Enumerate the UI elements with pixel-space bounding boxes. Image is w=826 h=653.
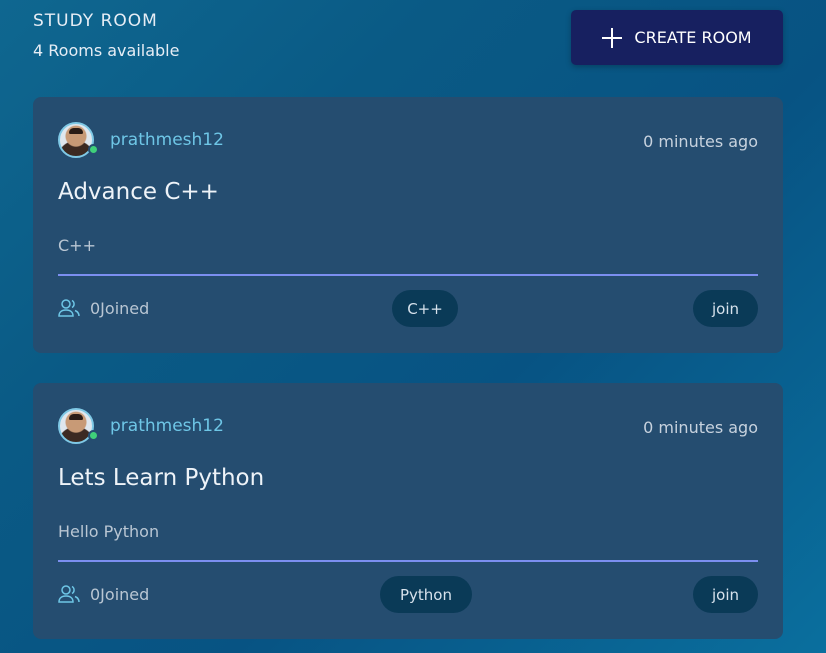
- room-title: Lets Learn Python: [58, 465, 265, 491]
- joined-label: 0Joined: [90, 298, 150, 318]
- join-button[interactable]: join: [693, 290, 758, 327]
- room-description: Hello Python: [58, 522, 160, 541]
- online-status-icon: [88, 430, 99, 441]
- room-title: Advance C++: [58, 179, 219, 205]
- room-description: C++: [58, 236, 96, 255]
- plus-icon: [602, 27, 623, 48]
- topic-tag[interactable]: Python: [380, 576, 472, 613]
- room-host-link[interactable]: prathmesh12: [110, 130, 224, 150]
- room-timestamp: 0 minutes ago: [643, 418, 758, 437]
- online-status-icon: [88, 144, 99, 155]
- joined-count: 0Joined: [58, 298, 149, 318]
- divider: [58, 560, 758, 562]
- page-title: STUDY ROOM: [33, 11, 158, 31]
- room-card: prathmesh12 0 minutes ago Lets Learn Pyt…: [33, 383, 783, 639]
- users-icon: [58, 299, 80, 317]
- join-button[interactable]: join: [693, 576, 758, 613]
- divider: [58, 274, 758, 276]
- page-header: STUDY ROOM 4 Rooms available: [33, 10, 179, 62]
- room-card: prathmesh12 0 minutes ago Advance C++ C+…: [33, 97, 783, 353]
- topic-tag[interactable]: C++: [392, 290, 458, 327]
- joined-count: 0Joined: [58, 584, 149, 604]
- create-room-button[interactable]: CREATE ROOM: [571, 10, 783, 65]
- room-host-link[interactable]: prathmesh12: [110, 416, 224, 436]
- joined-label: 0Joined: [90, 584, 150, 604]
- users-icon: [58, 585, 80, 603]
- rooms-count: 4 Rooms available: [33, 41, 180, 60]
- room-timestamp: 0 minutes ago: [643, 132, 758, 151]
- create-room-label: CREATE ROOM: [634, 28, 752, 47]
